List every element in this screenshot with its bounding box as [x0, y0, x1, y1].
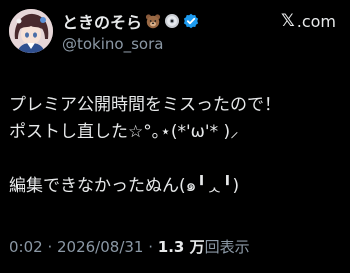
post-text-line: 編集できなかったぬん(๑╹ᆺ╹) [9, 176, 240, 196]
post-meta: 0:02 · 2026/08/31 · 1.3 万回表示 [9, 236, 250, 257]
brand-label: .com [296, 11, 336, 31]
post-text-line [9, 146, 343, 173]
meta-separator: · [42, 238, 57, 256]
post-text-line: プレミア公開時間をミスったので！ [9, 95, 281, 115]
author-name-row[interactable]: ときのそら [62, 9, 199, 33]
post-time[interactable]: 0:02 [9, 238, 43, 256]
post-text: プレミア公開時間をミスったので！ ポストし直した☆°｡⋆(*'ω'* )⸝ 編集… [9, 92, 343, 200]
meta-separator: · [143, 238, 158, 256]
post-text-line: ポストし直した☆°｡⋆(*'ω'* )⸝ [9, 122, 239, 142]
user-handle[interactable]: @tokino_sora [62, 35, 163, 53]
avatar[interactable] [9, 9, 53, 53]
display-name[interactable]: ときのそら [62, 9, 142, 33]
post-date[interactable]: 2026/08/31 [57, 238, 143, 256]
x-logo-icon: 𝕏 [281, 11, 295, 31]
verified-badge-icon [183, 13, 199, 29]
view-count[interactable]: 1.3 万 [158, 238, 205, 256]
view-count-label: 回表示 [204, 238, 250, 256]
disc-emoji-icon [164, 13, 180, 29]
bear-emoji-icon [145, 13, 161, 29]
brand-logo[interactable]: 𝕏 .com [281, 11, 336, 31]
post-card: ときのそら @tokino_sora 𝕏 .com プレミア公開時間をミスったの… [0, 0, 350, 273]
